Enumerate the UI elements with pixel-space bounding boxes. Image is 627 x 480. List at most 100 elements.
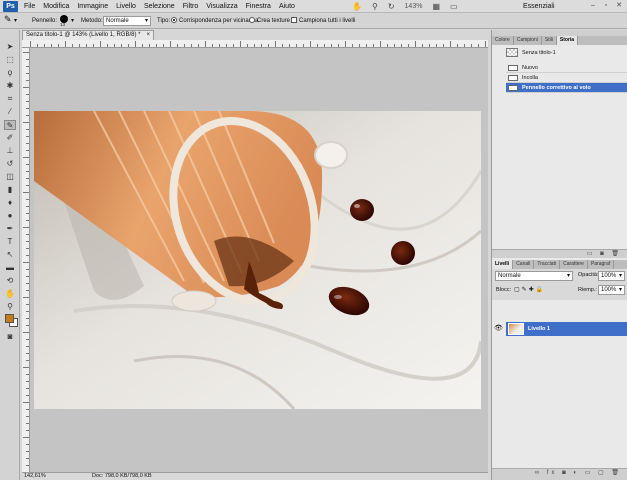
radio-on-icon bbox=[171, 17, 177, 23]
path-select-tool-icon[interactable]: ↖ bbox=[4, 250, 16, 260]
create-texture-radio[interactable]: Crea texture bbox=[249, 16, 290, 26]
menu-aiuto[interactable]: Aiuto bbox=[279, 1, 295, 12]
hand-tool-icon[interactable]: ✋ bbox=[4, 289, 16, 299]
mode-select[interactable]: Normale bbox=[103, 16, 151, 26]
maximize-icon[interactable]: ▫ bbox=[601, 1, 611, 11]
blur-tool-icon[interactable]: ♦ bbox=[4, 198, 16, 208]
proximity-match-radio[interactable]: Corrispondenza per vicinanza bbox=[171, 16, 258, 26]
ruler-tick bbox=[135, 41, 136, 47]
shape-tool-icon[interactable]: ▬ bbox=[4, 263, 16, 273]
radio-off-icon bbox=[249, 17, 255, 23]
healing-brush-icon[interactable]: ✎ bbox=[4, 14, 12, 24]
tool-preset-chevron-icon[interactable]: ▾ bbox=[14, 16, 17, 26]
hand-icon[interactable]: ✋ bbox=[352, 1, 362, 12]
layer-livello-1[interactable]: Livello 1 bbox=[506, 322, 627, 336]
layers-footer-icons[interactable]: ∞ fx ◙ ◐ ▭ ▢ 🗑 bbox=[492, 468, 627, 477]
ruler-tick bbox=[443, 44, 444, 47]
tab-paragrafo[interactable]: Paragraf bbox=[588, 260, 615, 269]
minimize-icon[interactable]: – bbox=[588, 1, 598, 11]
ruler-tick bbox=[23, 332, 29, 333]
screen-mode-icon[interactable]: ▭ bbox=[450, 1, 458, 12]
zoom-icon[interactable]: ⚲ bbox=[372, 1, 378, 12]
tab-stili[interactable]: Stili bbox=[542, 36, 557, 45]
ruler-tick bbox=[26, 381, 29, 382]
close-icon[interactable]: ✕ bbox=[614, 1, 624, 11]
rotate-view-icon[interactable]: ↻ bbox=[388, 1, 395, 12]
menu-modifica[interactable]: Modifica bbox=[43, 1, 69, 12]
menu-immagine[interactable]: Immagine bbox=[77, 1, 108, 12]
ruler-tick bbox=[26, 150, 29, 151]
marquee-tool-icon[interactable]: ⬚ bbox=[4, 55, 16, 65]
menu-filtro[interactable]: Filtro bbox=[183, 1, 199, 12]
tab-canali[interactable]: Canali bbox=[513, 260, 535, 269]
snapshot-thumbnail[interactable] bbox=[506, 48, 518, 57]
tab-storia[interactable]: Storia bbox=[556, 36, 579, 45]
fill-input[interactable]: 100% bbox=[598, 285, 625, 295]
quick-select-tool-icon[interactable]: ✱ bbox=[4, 81, 16, 91]
photoshop-logo[interactable]: Ps bbox=[3, 1, 18, 12]
sample-all-layers-checkbox[interactable]: Campiona tutti i livelli bbox=[291, 16, 355, 26]
ruler-tick bbox=[26, 346, 29, 347]
document-tab[interactable]: Senza titolo-1 @ 143% (Livello 1, RGB/8)… bbox=[22, 30, 154, 40]
visibility-eye-icon[interactable]: 👁 bbox=[494, 325, 504, 333]
ruler-tick bbox=[93, 44, 94, 47]
menu-visualizza[interactable]: Visualizza bbox=[206, 1, 237, 12]
ruler-tick bbox=[275, 41, 276, 47]
eraser-tool-icon[interactable]: ◫ bbox=[4, 172, 16, 182]
layer-row[interactable]: 👁 Livello 1 bbox=[492, 322, 627, 336]
tab-carattere[interactable]: Carattere bbox=[560, 260, 588, 269]
history-state-healing[interactable]: Pennello correttivo al volo bbox=[506, 83, 627, 93]
ruler-tick bbox=[26, 185, 29, 186]
checkbox-icon bbox=[291, 17, 297, 23]
document-image[interactable] bbox=[34, 111, 481, 409]
brush-tool-icon[interactable]: ✐ bbox=[4, 133, 16, 143]
history-brush-tool-icon[interactable]: ↺ bbox=[4, 159, 16, 169]
menu-file[interactable]: File bbox=[24, 1, 35, 12]
type-tool-icon[interactable]: T bbox=[4, 237, 16, 247]
status-zoom[interactable]: 142,61% bbox=[24, 473, 46, 480]
pen-tool-icon[interactable]: ✒ bbox=[4, 224, 16, 234]
menu-selezione[interactable]: Selezione bbox=[144, 1, 175, 12]
crop-tool-icon[interactable]: ⌗ bbox=[4, 94, 16, 104]
tab-livelli[interactable]: Livelli bbox=[492, 260, 514, 269]
history-state-nuovo[interactable]: Nuovo bbox=[506, 63, 627, 73]
quick-mask-icon[interactable]: ◙ bbox=[4, 332, 16, 342]
ruler-tick bbox=[26, 115, 29, 116]
opacity-input[interactable]: 100% bbox=[598, 271, 625, 281]
ruler-tick bbox=[26, 248, 29, 249]
ruler-tick bbox=[26, 199, 29, 200]
ruler-tick bbox=[457, 44, 458, 47]
arrange-icon[interactable]: ▦ bbox=[432, 1, 440, 12]
zoom-readout[interactable]: 143% bbox=[405, 1, 423, 12]
workspace-switcher[interactable]: Essenziali bbox=[523, 1, 555, 12]
move-tool-icon[interactable]: ➤ bbox=[4, 42, 16, 52]
menu-finestra[interactable]: Finestra bbox=[246, 1, 271, 12]
ruler-tick bbox=[26, 220, 29, 221]
ruler-tick bbox=[191, 44, 192, 47]
foreground-color-swatch[interactable] bbox=[5, 314, 14, 323]
tab-colore[interactable]: Colore bbox=[492, 36, 514, 45]
menu-livello[interactable]: Livello bbox=[116, 1, 136, 12]
blend-mode-select[interactable]: Normale bbox=[495, 271, 573, 281]
spot-healing-tool-icon[interactable]: ✎ bbox=[4, 120, 16, 130]
ruler-tick bbox=[387, 44, 388, 47]
ruler-tick bbox=[26, 213, 29, 214]
dodge-tool-icon[interactable]: ● bbox=[4, 211, 16, 221]
ruler-tick bbox=[303, 44, 304, 47]
close-document-icon[interactable]: × bbox=[146, 31, 150, 40]
ruler-tick bbox=[156, 44, 157, 47]
clone-stamp-tool-icon[interactable]: ⊥ bbox=[4, 146, 16, 156]
eyedropper-tool-icon[interactable]: ⁄ bbox=[4, 107, 16, 117]
3d-rotate-tool-icon[interactable]: ⟲ bbox=[4, 276, 16, 286]
brush-chevron-icon[interactable]: ▾ bbox=[71, 16, 74, 26]
gradient-tool-icon[interactable]: ▮ bbox=[4, 185, 16, 195]
history-footer-icons[interactable]: ▭ ◙ 🗑 bbox=[492, 249, 627, 258]
ruler-tick bbox=[394, 44, 395, 47]
lock-icons[interactable]: ▢✎✚🔒 bbox=[514, 286, 545, 293]
lasso-tool-icon[interactable]: ϙ bbox=[4, 68, 16, 78]
zoom-tool-icon[interactable]: ⚲ bbox=[4, 302, 16, 312]
ruler-tick bbox=[233, 44, 234, 47]
tab-tracciati[interactable]: Tracciati bbox=[534, 260, 561, 269]
history-state-incolla[interactable]: Incolla bbox=[506, 73, 627, 83]
tab-campioni[interactable]: Campioni bbox=[514, 36, 542, 45]
